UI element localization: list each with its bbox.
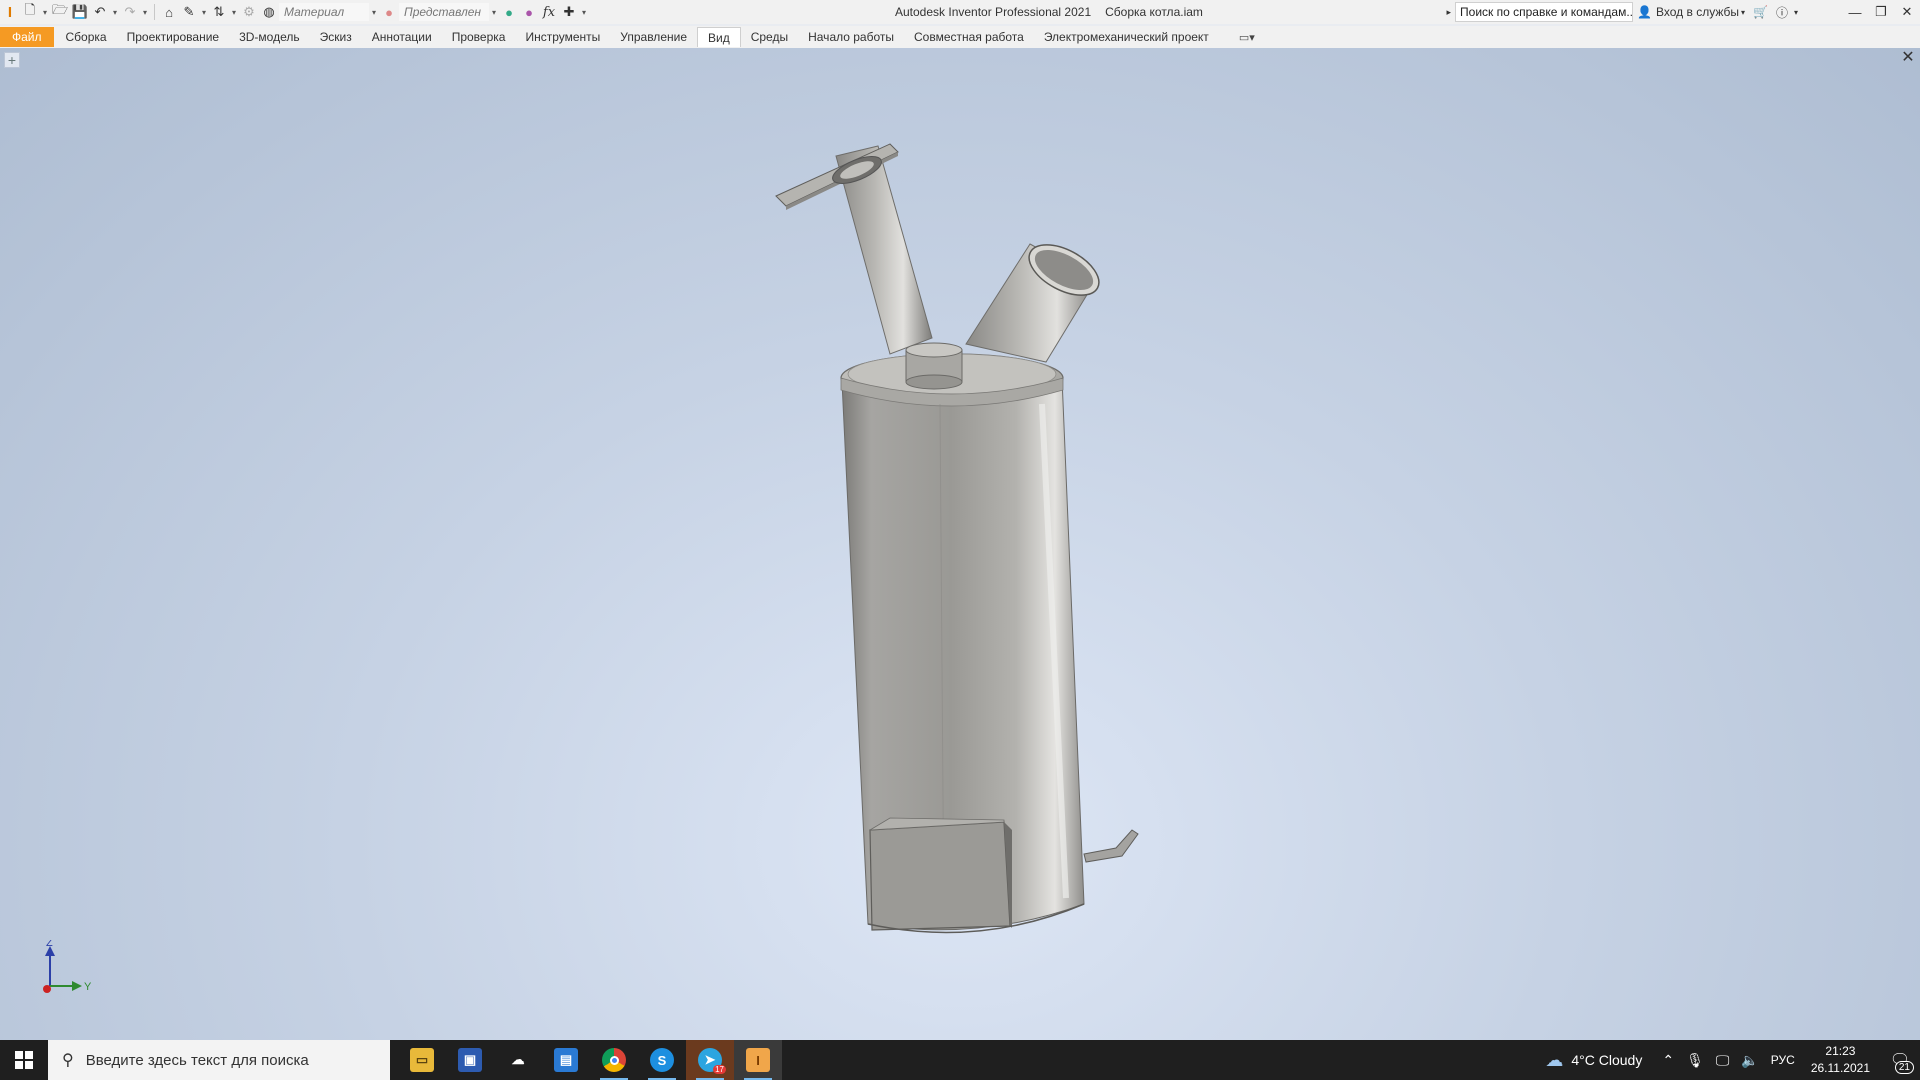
store-icon[interactable]: ▤ <box>542 1040 590 1080</box>
new-file-icon[interactable]: 🗋 <box>20 2 40 22</box>
parameters-fx-icon[interactable]: fx <box>539 2 559 22</box>
language-indicator[interactable]: РУС <box>1765 1040 1801 1080</box>
app-title: Autodesk Inventor Professional 2021 <box>895 5 1092 19</box>
ribbon-tabs: Файл Сборка Проектирование 3D-модель Эск… <box>0 26 1920 48</box>
search-expand-icon[interactable]: ▸ <box>1443 0 1456 24</box>
ribbon-options-button[interactable]: ▭▾ <box>1239 31 1255 44</box>
start-button[interactable] <box>0 1040 48 1080</box>
center-nozzle[interactable] <box>905 342 963 390</box>
side-fitting[interactable] <box>1083 829 1139 863</box>
tab-collaborate[interactable]: Совместная работа <box>904 27 1034 47</box>
left-flue-pipe[interactable] <box>775 143 933 355</box>
clock-date: 26.11.2021 <box>1810 1061 1870 1075</box>
help-icon[interactable]: ⓘ ▾ <box>1772 0 1802 24</box>
fire-door[interactable] <box>869 817 1012 931</box>
clear-appearance-icon[interactable]: ● <box>519 2 539 22</box>
skype-icon[interactable]: S <box>638 1040 686 1080</box>
tab-view[interactable]: Вид <box>697 27 741 47</box>
material-combo[interactable]: Материал <box>279 3 369 21</box>
tab-get-started[interactable]: Начало работы <box>798 27 904 47</box>
tab-sketch[interactable]: Эскиз <box>310 27 362 47</box>
notification-count: 21 <box>1894 1061 1914 1074</box>
tab-3d-model[interactable]: 3D-модель <box>229 27 310 47</box>
tab-electromechanical[interactable]: Электромеханический проект <box>1034 27 1219 47</box>
minimize-button[interactable]: — <box>1842 0 1868 24</box>
graphics-viewport[interactable]: + ✕ Z Y <box>0 48 1920 1040</box>
restore-button[interactable]: ❐ <box>1868 0 1894 24</box>
select-dropdown-icon[interactable]: ▾ <box>199 2 209 22</box>
tab-tools[interactable]: Инструменты <box>515 27 610 47</box>
appearance-icon[interactable]: ● <box>379 2 399 22</box>
chevron-down-icon: ▾ <box>1741 7 1746 17</box>
material-dropdown-icon[interactable]: ▾ <box>369 2 379 22</box>
action-center-button[interactable]: 🗨 21 <box>1880 1040 1920 1080</box>
triad-z-label: Z <box>46 940 53 949</box>
new-dropdown-icon[interactable]: ▾ <box>40 2 50 22</box>
close-window-button[interactable]: ✕ <box>1894 0 1920 24</box>
clock[interactable]: 21:23 26.11.2021 <box>1801 1043 1880 1077</box>
undo-dropdown-icon[interactable]: ▾ <box>110 2 120 22</box>
tray-chevron-up-icon[interactable]: ⌃ <box>1656 1040 1680 1080</box>
cart-icon[interactable]: 🛒 <box>1749 0 1772 24</box>
microphone-icon[interactable]: 🎙 <box>1680 1040 1710 1080</box>
appearance-combo[interactable]: Представлен <box>399 3 489 21</box>
redo-dropdown-icon[interactable]: ▾ <box>140 2 150 22</box>
rebuild-icon[interactable]: ⚙ <box>239 2 259 22</box>
telegram-badge: 17 <box>713 1065 726 1074</box>
right-outlet-pipe[interactable] <box>965 235 1107 363</box>
tab-annotate[interactable]: Аннотации <box>362 27 442 47</box>
telegram-icon[interactable]: ➤ 17 <box>686 1040 734 1080</box>
volume-icon[interactable]: 🔈 <box>1735 1040 1764 1080</box>
chrome-icon[interactable] <box>590 1040 638 1080</box>
tab-inspect[interactable]: Проверка <box>442 27 516 47</box>
weather-app-icon[interactable]: ☁ <box>494 1040 542 1080</box>
tab-design[interactable]: Проектирование <box>117 27 230 47</box>
taskbar-search-input[interactable]: ⚲ Введите здесь текст для поиска <box>48 1040 390 1080</box>
clock-time: 21:23 <box>1825 1044 1856 1058</box>
appearance-dropdown-icon[interactable]: ▾ <box>489 2 499 22</box>
document-title: Сборка котла.iam <box>1105 5 1203 19</box>
open-folder-icon[interactable]: 🗁 <box>50 2 70 22</box>
inventor-logo-icon[interactable]: I <box>0 2 20 22</box>
add-icon[interactable]: ✚ <box>559 2 579 22</box>
select-filter-icon[interactable]: ✎ <box>179 2 199 22</box>
tab-environments[interactable]: Среды <box>741 27 798 47</box>
search-icon: ⚲ <box>62 1052 74 1069</box>
boiler-assembly-model[interactable] <box>0 48 1920 1040</box>
windows-logo-icon <box>15 1051 33 1069</box>
tab-manage[interactable]: Управление <box>610 27 697 47</box>
home-icon[interactable]: ⌂ <box>159 2 179 22</box>
material-icon[interactable]: ◍ <box>259 2 279 22</box>
save-icon[interactable]: 💾 <box>70 2 90 22</box>
customize-dropdown-icon[interactable]: ▾ <box>579 2 589 22</box>
cloud-icon: ☁ <box>1545 1049 1564 1070</box>
update-icon[interactable]: ⇅ <box>209 2 229 22</box>
tab-file[interactable]: Файл <box>0 27 54 47</box>
adjust-appearance-icon[interactable]: ● <box>499 2 519 22</box>
redo-icon[interactable]: ↷ <box>120 2 140 22</box>
system-tray: ☁ 4°C Cloudy ⌃ 🎙 🖵 🔈 РУС 21:23 26.11.2021… <box>1539 1040 1920 1080</box>
triad-y-label: Y <box>84 981 92 993</box>
title-right-controls: ▸ Поиск по справке и командам... 👤 Вход в… <box>1443 0 1920 24</box>
save-app-icon[interactable]: ▣ <box>446 1040 494 1080</box>
quick-access-toolbar: I 🗋 ▾ 🗁 💾 ↶ ▾ ↷ ▾ ⌂ ✎ ▾ ⇅ ▾ ⚙ ◍ Материал… <box>0 0 589 24</box>
weather-widget[interactable]: ☁ 4°C Cloudy <box>1539 1040 1648 1080</box>
view-triad[interactable]: Z Y <box>32 940 102 1000</box>
taskbar: ⚲ Введите здесь текст для поиска ▭ ▣ ☁ ▤… <box>0 1040 1920 1080</box>
update-dropdown-icon[interactable]: ▾ <box>229 2 239 22</box>
tab-assembly[interactable]: Сборка <box>56 27 117 47</box>
window-title: Autodesk Inventor Professional 2021 Сбор… <box>895 0 1203 24</box>
inventor-taskbar-icon[interactable]: I <box>734 1040 782 1080</box>
signin-button[interactable]: 👤 Вход в службы ▾ <box>1633 0 1749 24</box>
network-icon[interactable]: 🖵 <box>1710 1040 1736 1080</box>
separator <box>154 4 155 20</box>
file-explorer-icon[interactable]: ▭ <box>398 1040 446 1080</box>
user-icon: 👤 <box>1637 5 1652 19</box>
title-bar: I 🗋 ▾ 🗁 💾 ↶ ▾ ↷ ▾ ⌂ ✎ ▾ ⇅ ▾ ⚙ ◍ Материал… <box>0 0 1920 24</box>
undo-icon[interactable]: ↶ <box>90 2 110 22</box>
help-search-input[interactable]: Поиск по справке и командам... <box>1455 2 1634 22</box>
